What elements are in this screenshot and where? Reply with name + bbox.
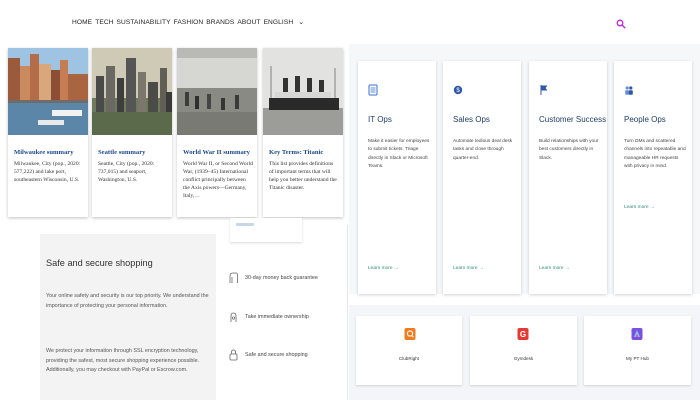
search-icon[interactable] xyxy=(616,16,626,29)
trust-badge-label: 30-day money back guarantee xyxy=(245,275,318,281)
learn-more-link[interactable]: Learn more → xyxy=(539,266,570,271)
article-description: Seattle, City (pop., 2020: 737,015) and … xyxy=(98,161,155,183)
money-back-icon xyxy=(228,271,239,285)
safe-shopping-panel: Safe and secure shopping Your online saf… xyxy=(40,234,216,400)
milwaukee-photo xyxy=(8,48,88,135)
titanic-photo xyxy=(263,48,343,135)
nav-language[interactable]: ENGLISH xyxy=(264,19,294,26)
ops-card-people[interactable]: People Ops Turn DMs and scattered channe… xyxy=(614,61,692,294)
ops-title: Sales Ops xyxy=(453,115,490,124)
article-title[interactable]: World War II summary xyxy=(183,149,253,156)
article-card-ww2[interactable]: World War II summary World War II, or Se… xyxy=(177,48,257,217)
safe-shopping-paragraph: Your online safety and security is our t… xyxy=(46,293,209,309)
nav-about[interactable]: ABOUT xyxy=(237,19,260,26)
ops-title: IT Ops xyxy=(368,115,392,124)
learn-more-link[interactable]: Learn more → xyxy=(368,266,399,271)
trust-badge-label: Take immediate ownership xyxy=(245,314,309,320)
ops-description: Make it easier for employees to submit t… xyxy=(368,139,430,170)
server-icon xyxy=(368,83,378,96)
article-title[interactable]: Milwaukee summary xyxy=(14,149,84,156)
ops-card-sales[interactable]: $ Sales Ops Automate tedious deal desk t… xyxy=(443,61,521,294)
safe-shopping-title: Safe and secure shopping xyxy=(46,258,153,268)
article-title[interactable]: Key Terms: Titanic xyxy=(269,149,339,156)
trust-badge-ownership: Take immediate ownership xyxy=(228,309,309,325)
app-name: ClubRight xyxy=(398,356,420,361)
gymdesk-icon: G xyxy=(517,327,529,341)
chevron-down-icon[interactable]: ⌄ xyxy=(298,18,304,26)
trust-badge-box xyxy=(230,218,302,242)
ops-description: Build relationships with your best custo… xyxy=(539,139,599,161)
ownership-icon xyxy=(228,310,239,324)
ops-card-it[interactable]: IT Ops Make it easier for employees to s… xyxy=(358,61,436,294)
app-card-clubright[interactable]: ClubRight xyxy=(356,316,462,385)
ww2-photo xyxy=(177,48,257,135)
article-card-seattle[interactable]: Seattle summary Seattle, City (pop., 202… xyxy=(92,48,172,217)
people-icon xyxy=(624,83,634,95)
nav-tech[interactable]: TECH xyxy=(95,19,113,26)
trust-badge-bar xyxy=(236,223,254,226)
article-title[interactable]: Seattle summary xyxy=(98,149,168,156)
learn-more-link[interactable]: Learn more → xyxy=(624,205,655,210)
nav-home[interactable]: HOME xyxy=(72,19,92,26)
nav-fashion[interactable]: FASHION xyxy=(174,19,204,26)
article-description: Milwaukee, City (pop., 2020: 577,222) an… xyxy=(14,161,81,183)
clubright-icon xyxy=(404,327,416,341)
seattle-photo xyxy=(92,48,172,135)
svg-text:G: G xyxy=(520,330,526,339)
ops-title: Customer Success xyxy=(539,115,607,124)
top-nav: HOME TECH SUSTAINABILITY FASHION BRANDS … xyxy=(72,16,304,28)
article-card-titanic[interactable]: Key Terms: Titanic This list provides de… xyxy=(263,48,343,217)
trust-badge-money-back: 30-day money back guarantee xyxy=(228,270,318,286)
flag-icon xyxy=(539,83,549,95)
app-card-gymdesk[interactable]: G Gymdesk xyxy=(470,316,577,385)
app-card-mypthub[interactable]: My PT Hub xyxy=(584,316,691,385)
ops-description: Turn DMs and scattered channels into rep… xyxy=(624,139,686,170)
ops-card-customer-success[interactable]: Customer Success Build relationships wit… xyxy=(529,61,607,294)
article-description: World War II, or Second World War, (1939… xyxy=(183,161,253,199)
app-name: Gymdesk xyxy=(513,356,534,361)
safe-shopping-paragraph: We protect your information through SSL … xyxy=(46,348,200,373)
trust-badge-label: Safe and secure shopping xyxy=(245,352,308,358)
learn-more-link[interactable]: Learn more → xyxy=(453,266,484,271)
article-description: This list provides definitions of import… xyxy=(269,161,337,191)
nav-brands[interactable]: BRANDS xyxy=(206,19,234,26)
lock-icon xyxy=(228,348,239,362)
ops-title: People Ops xyxy=(624,115,666,124)
dollar-coin-icon: $ xyxy=(453,83,463,95)
app-name: My PT Hub xyxy=(626,356,649,361)
nav-sustainability[interactable]: SUSTAINABILITY xyxy=(117,19,171,26)
ops-description: Automate tedious deal desk tasks and clo… xyxy=(453,139,513,161)
trust-badge-secure: Safe and secure shopping xyxy=(228,347,308,363)
section-divider xyxy=(347,225,348,400)
article-card-milwaukee[interactable]: Milwaukee summary Milwaukee, City (pop.,… xyxy=(8,48,88,217)
mypthub-icon xyxy=(631,327,643,341)
